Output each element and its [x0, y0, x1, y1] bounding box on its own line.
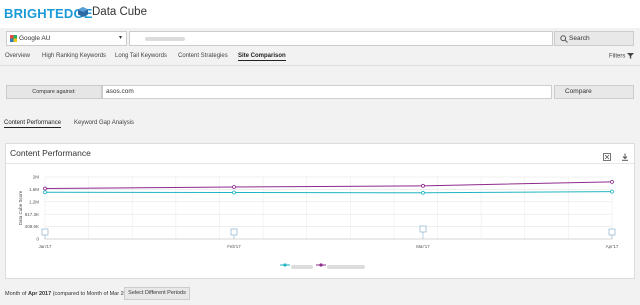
tab-content-performance[interactable]: Content Performance — [4, 120, 62, 128]
export-excel-icon[interactable] — [602, 153, 612, 161]
legend-marker-icon — [316, 263, 326, 267]
legend-label-redacted — [327, 264, 366, 269]
period-compare: (compared to Month of Mar 2017) — [52, 291, 135, 297]
compare-row: Compare against: asos.com Compare — [6, 85, 634, 99]
legend-marker-icon — [280, 263, 290, 267]
filter-icon — [627, 53, 634, 59]
panel-title: Content Performance — [10, 148, 91, 158]
search-engine-label: Google AU — [19, 35, 51, 42]
period-month: Apr 2017 — [27, 291, 52, 297]
app-header: BRIGHTEDGE Data Cube — [0, 0, 640, 28]
tab-content-strategies[interactable]: Content Strategies — [178, 53, 228, 59]
compare-input[interactable]: asos.com — [102, 85, 552, 99]
compare-label: Compare against: — [6, 85, 102, 99]
tab-overview[interactable]: Overview — [5, 53, 30, 59]
legend-item-series-1[interactable] — [280, 262, 314, 270]
tab-site-comparison[interactable]: Site Comparison — [238, 53, 286, 61]
legend-label-redacted — [291, 264, 314, 269]
download-icon[interactable] — [621, 153, 629, 161]
search-button-label: Search — [569, 35, 590, 42]
app-name: Data Cube — [92, 6, 147, 18]
main-nav: Overview High Ranking Keywords Long Tail… — [0, 51, 640, 63]
content-performance-panel: Content Performance — [5, 143, 635, 279]
chevron-down-icon: ▾ — [118, 35, 122, 41]
tab-high-ranking-keywords[interactable]: High Ranking Keywords — [42, 53, 106, 59]
domain-value-redacted — [145, 37, 185, 41]
google-icon — [10, 35, 17, 42]
data-cube-icon — [78, 7, 88, 17]
filters-label: Filters — [608, 53, 626, 60]
filters-button[interactable]: Filters — [609, 53, 634, 60]
domain-input[interactable] — [129, 31, 553, 46]
period-summary: Month of Apr 2017 (compared to Month of … — [5, 291, 135, 297]
legend-item-series-2[interactable] — [316, 262, 366, 270]
panel-divider — [6, 163, 634, 164]
compare-button[interactable]: Compare — [554, 85, 634, 99]
search-button[interactable]: Search — [554, 31, 634, 46]
period-prefix: Month of — [5, 291, 27, 297]
search-engine-select[interactable]: Google AU ▾ — [6, 31, 127, 46]
select-periods-button[interactable]: Select Different Periods — [124, 287, 190, 300]
search-icon — [560, 35, 568, 43]
search-bar: Google AU ▾ Search — [0, 31, 640, 47]
tab-long-tail-keywords[interactable]: Long Tail Keywords — [115, 53, 167, 59]
nav-divider — [0, 65, 640, 66]
tab-keyword-gap-analysis[interactable]: Keyword Gap Analysis — [74, 120, 134, 126]
